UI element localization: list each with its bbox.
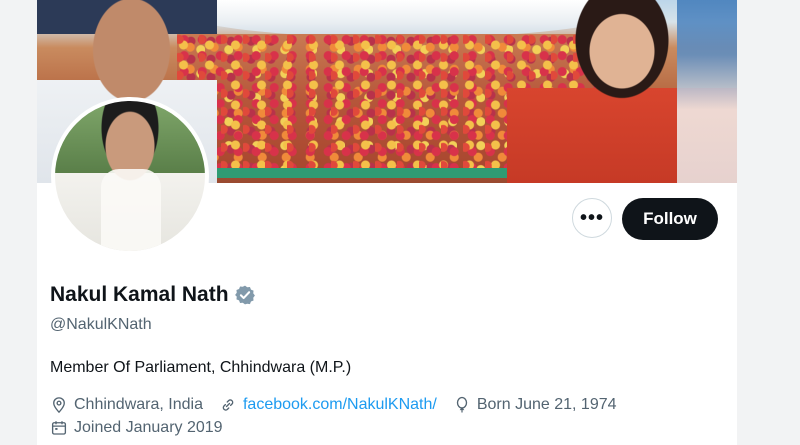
- profile-card: ••• Follow Nakul Kamal Nath @NakulKNath …: [37, 0, 737, 445]
- verified-badge-icon[interactable]: [234, 284, 256, 306]
- birthday-item: Born June 21, 1974: [453, 396, 617, 414]
- website-link[interactable]: facebook.com/NakulKNath/: [243, 396, 437, 414]
- birthday-text: Born June 21, 1974: [476, 396, 617, 413]
- location-pin-icon: [53, 397, 65, 414]
- avatar-body: [101, 169, 161, 251]
- location-text: Chhindwara, India: [74, 396, 203, 413]
- joined-text: Joined January 2019: [74, 419, 223, 436]
- website-item[interactable]: facebook.com/NakulKNath/: [219, 396, 437, 414]
- joined-item: Joined January 2019: [50, 419, 223, 437]
- profile-meta-row-2: Joined January 2019: [50, 419, 239, 437]
- profile-bio: Member Of Parliament, Chhindwara (M.P.): [50, 359, 352, 376]
- profile-handle: @NakulKNath: [50, 316, 152, 333]
- avatar[interactable]: [51, 97, 209, 255]
- follow-button[interactable]: Follow: [622, 198, 718, 240]
- banner-background: [677, 0, 737, 183]
- location-item: Chhindwara, India: [50, 396, 203, 414]
- balloon-icon: [456, 396, 468, 413]
- profile-name: Nakul Kamal Nath: [50, 283, 229, 306]
- profile-meta-row: Chhindwara, India facebook.com/NakulKNat…: [50, 396, 633, 414]
- link-icon: [222, 399, 234, 411]
- more-options-button[interactable]: •••: [572, 198, 612, 238]
- profile-name-row: Nakul Kamal Nath: [50, 283, 256, 307]
- calendar-icon: [51, 421, 67, 435]
- banner-stage: [217, 168, 517, 178]
